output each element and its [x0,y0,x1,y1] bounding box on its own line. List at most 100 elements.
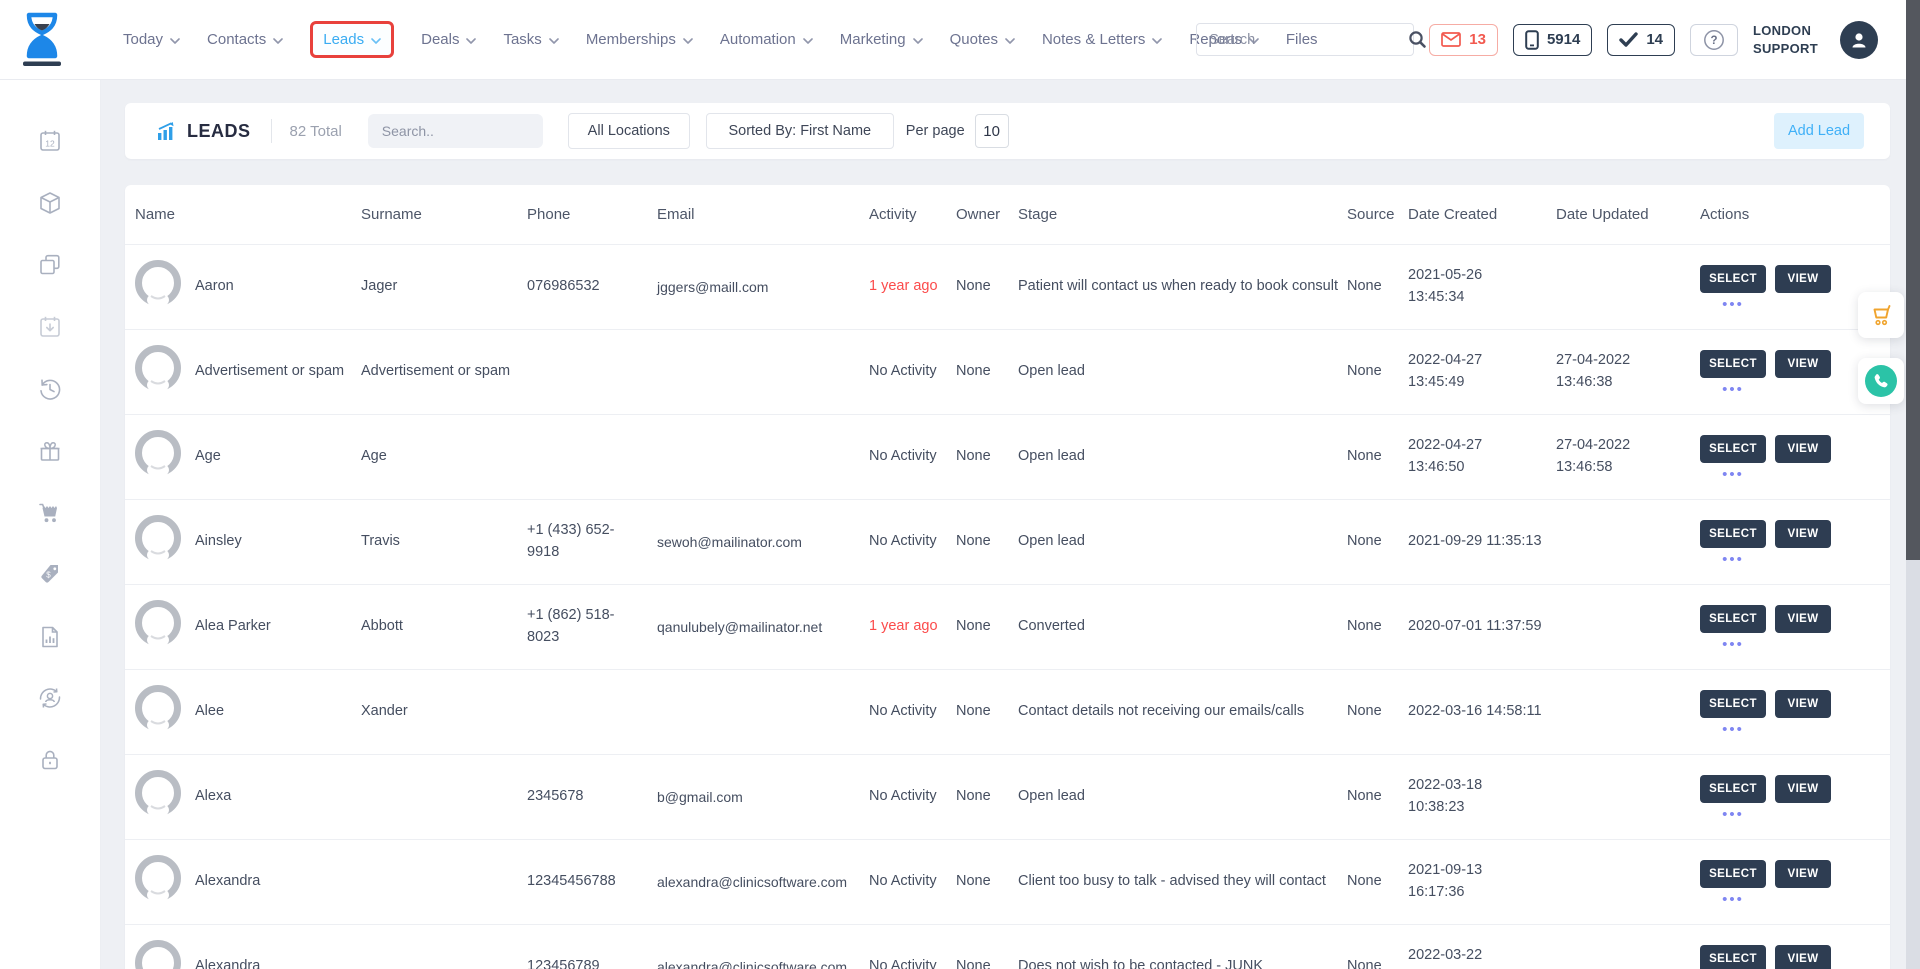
view-button[interactable]: VIEW [1775,520,1831,548]
user-avatar[interactable] [1840,21,1878,59]
view-button[interactable]: VIEW [1775,860,1831,888]
select-button[interactable]: SELECT [1700,435,1766,463]
nav-item-label: Automation [720,31,796,48]
lock-icon[interactable] [37,747,63,773]
actions-buttons: SELECT VIEW [1700,775,1866,803]
report-icon[interactable] [37,624,63,650]
actions-cell: SELECT VIEW ••• [1700,860,1880,905]
help-badge[interactable]: ? [1690,24,1738,56]
location-filter-dropdown[interactable]: All Locations [568,113,690,149]
actions-cell: SELECT VIEW ••• [1700,265,1880,310]
select-button[interactable]: SELECT [1700,690,1766,718]
avatar-cell [135,515,195,569]
more-actions-button[interactable]: ••• [1700,385,1766,395]
cart-icon[interactable] [37,500,63,526]
lead-owner: None [956,786,1018,808]
lead-owner: None [956,446,1018,468]
more-actions-button[interactable]: ••• [1700,895,1766,905]
lead-phone: +1 (862) 518- 8023 [527,605,657,649]
avatar [135,345,181,391]
avatar [135,770,181,816]
search-button[interactable] [1408,24,1427,55]
lead-email: alexandra@clinicsoftware.com [657,957,869,969]
more-actions-button[interactable]: ••• [1700,470,1766,480]
more-actions-button[interactable]: ••• [1700,640,1766,650]
lead-date-updated: 27-04-2022 13:46:58 [1556,435,1700,479]
view-button[interactable]: VIEW [1775,945,1831,969]
check-icon [1619,32,1638,47]
lead-phone: 2345678 [527,786,657,808]
add-lead-button[interactable]: Add Lead [1774,113,1864,149]
gift-icon[interactable] [37,438,63,464]
select-button[interactable]: SELECT [1700,860,1766,888]
view-button[interactable]: VIEW [1775,265,1831,293]
lead-date-created: 2022-03-16 14:58:11 [1408,701,1556,723]
package-icon[interactable] [37,190,63,216]
view-button[interactable]: VIEW [1775,350,1831,378]
mail-notifications-badge[interactable]: 13 [1429,24,1498,56]
col-header-activity: Activity [869,206,956,223]
sort-dropdown[interactable]: Sorted By: First Name [706,113,894,149]
history-icon[interactable] [37,376,63,402]
floating-phone-button[interactable] [1858,358,1904,404]
per-page-input[interactable] [975,114,1009,148]
actions-cell: SELECT VIEW ••• [1700,435,1880,480]
price-tag-icon[interactable]: $ [37,561,63,587]
lead-email: jggers@maill.com [657,277,869,298]
more-actions-button[interactable]: ••• [1700,300,1766,310]
sidebar: 12 $ [0,79,100,969]
leads-search-input[interactable] [368,123,573,139]
copy-icon[interactable] [37,252,63,278]
global-search-input[interactable] [1197,24,1408,55]
nav-item-today[interactable]: Today [123,31,180,48]
mail-icon [1441,32,1461,47]
more-actions-button[interactable]: ••• [1700,555,1766,565]
calendar-download-icon[interactable] [37,314,63,340]
app-header: Today Contacts Leads Deals Tasks Memberships A… [0,0,1920,79]
avatar-cell [135,430,195,484]
avatar-cell [135,600,195,654]
nav-item-memberships[interactable]: Memberships [586,31,693,48]
nav-item-notes-letters[interactable]: Notes & Letters [1042,31,1162,48]
account-sync-icon[interactable] [37,685,63,711]
avatar [135,515,181,561]
lead-email: b@gmail.com [657,787,869,808]
lead-owner: None [956,276,1018,298]
svg-text:$: $ [46,571,51,580]
nav-item-contacts[interactable]: Contacts [207,31,283,48]
scrollbar-track[interactable] [1906,0,1920,969]
nav-item-leads[interactable]: Leads [310,21,394,58]
select-button[interactable]: SELECT [1700,945,1766,969]
lead-source: None [1347,701,1408,723]
select-button[interactable]: SELECT [1700,265,1766,293]
nav-item-deals[interactable]: Deals [421,31,476,48]
nav-item-label: Deals [421,31,459,48]
more-actions-button[interactable]: ••• [1700,810,1766,820]
scrollbar-thumb[interactable] [1906,0,1920,560]
select-button[interactable]: SELECT [1700,520,1766,548]
tasks-badge[interactable]: 14 [1607,24,1675,56]
calendar-icon[interactable]: 12 [37,128,63,154]
calls-badge[interactable]: 5914 [1513,24,1592,56]
view-button[interactable]: VIEW [1775,435,1831,463]
floating-cart-button[interactable] [1858,292,1904,338]
actions-cell: SELECT VIEW ••• [1700,520,1880,565]
select-button[interactable]: SELECT [1700,350,1766,378]
nav-item-tasks[interactable]: Tasks [503,31,558,48]
view-button[interactable]: VIEW [1775,690,1831,718]
view-button[interactable]: VIEW [1775,605,1831,633]
table-row: Aaron Jager 076986532 jggers@maill.com 1… [125,244,1890,329]
view-button[interactable]: VIEW [1775,775,1831,803]
actions-buttons: SELECT VIEW [1700,605,1866,633]
nav-item-automation[interactable]: Automation [720,31,813,48]
nav-item-quotes[interactable]: Quotes [950,31,1015,48]
col-header-email: Email [657,206,869,223]
leads-chart-icon [157,122,178,141]
table-row: Advertisement or spam Advertisement or s… [125,329,1890,414]
nav-item-marketing[interactable]: Marketing [840,31,923,48]
more-actions-button[interactable]: ••• [1700,725,1766,735]
table-row: Age Age No Activity None Open lead None … [125,414,1890,499]
select-button[interactable]: SELECT [1700,775,1766,803]
select-button[interactable]: SELECT [1700,605,1766,633]
lead-stage: Open lead [1018,786,1347,808]
